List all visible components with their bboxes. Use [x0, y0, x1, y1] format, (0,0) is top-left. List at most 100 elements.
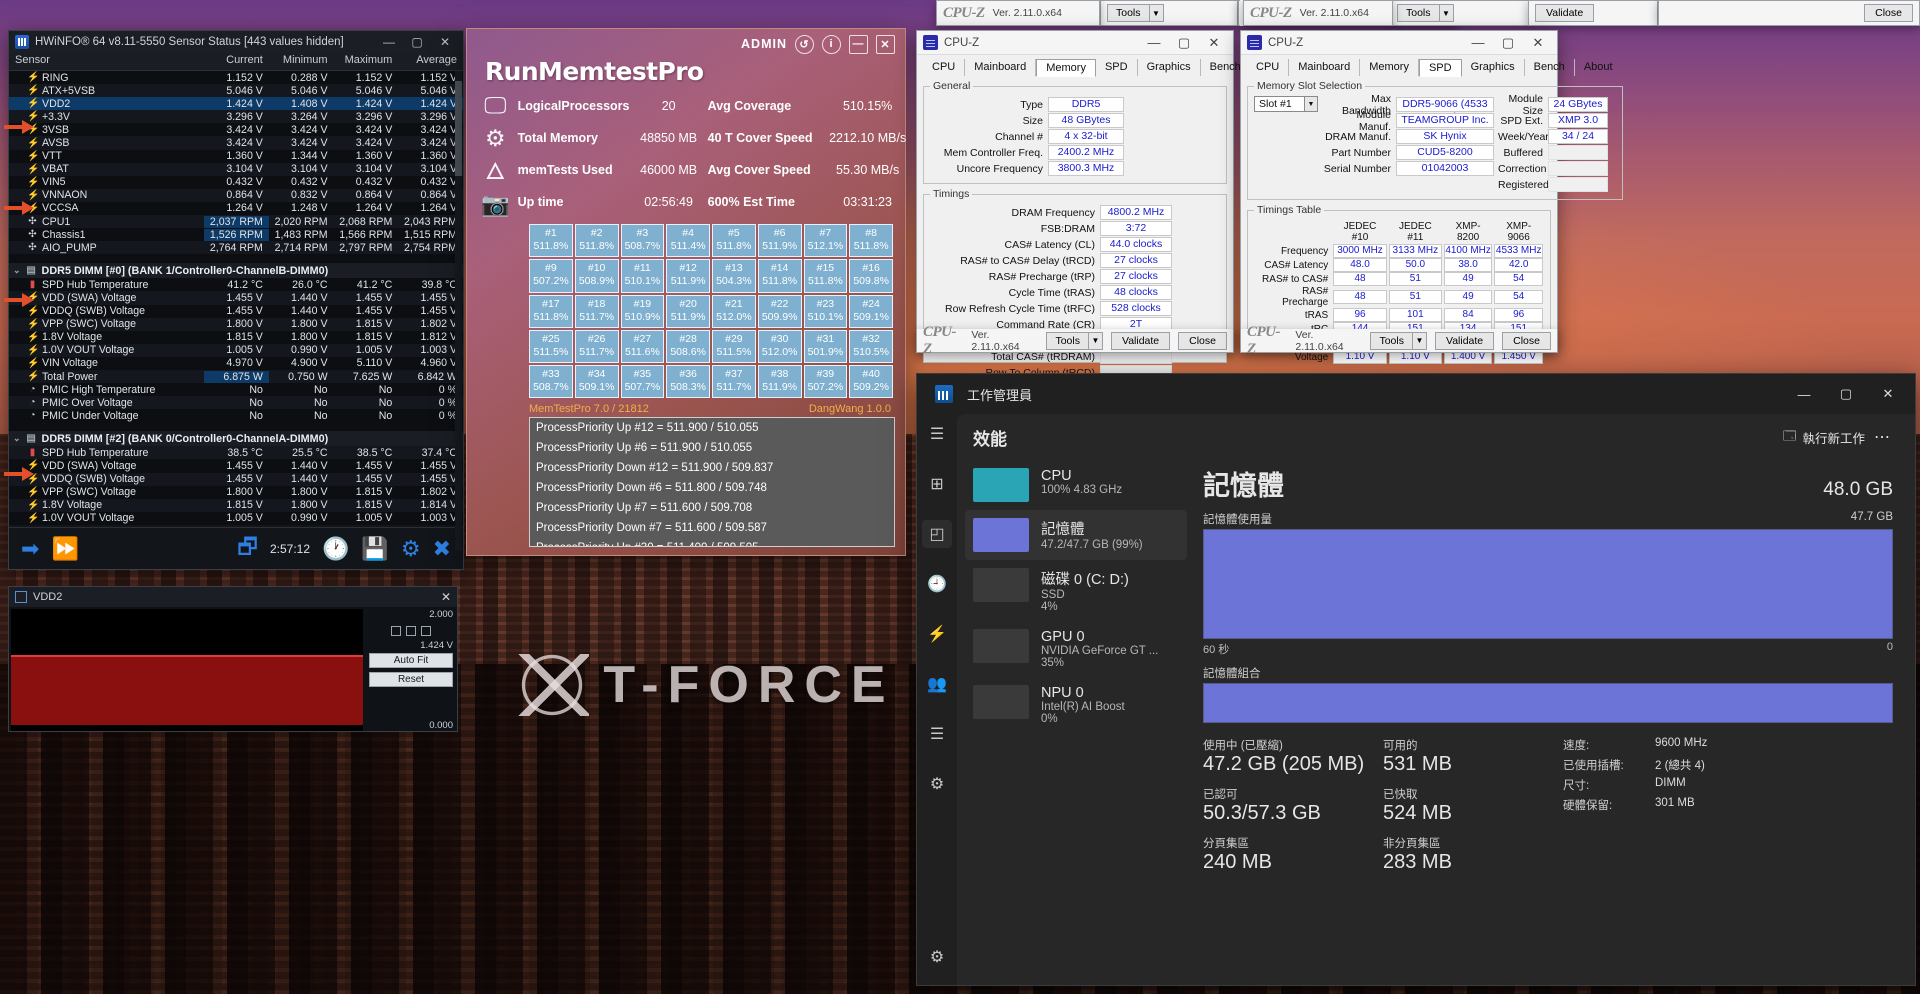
slot-select[interactable]: Slot #1 ▼ — [1254, 96, 1318, 112]
tm-resource-item[interactable]: 磁碟 0 (C: D:) SSD 4% — [965, 560, 1187, 621]
rmt-thread-cell[interactable]: #3 508.7% — [620, 224, 665, 258]
tab-mainboard[interactable]: Mainboard — [965, 59, 1037, 76]
hwinfo-sensor-row[interactable]: ✣ AIO_PUMP 2,764 RPM 2,714 RPM 2,797 RPM 2,75… — [9, 241, 463, 255]
hwinfo-sensor-row[interactable]: ⚡ VNNAON 0.864 V 0.832 V 0.864 V 0.864 V — [9, 188, 463, 202]
rmt-thread-cell[interactable]: #19 510.9% — [620, 294, 665, 328]
rmt-titlebar[interactable]: ADMIN ↺ i — ✕ — [467, 29, 905, 55]
rmt-thread-cell[interactable]: #5 511.8% — [712, 224, 756, 258]
hwinfo-sensor-row[interactable]: ⚡ 1.8V Voltage 1.815 V 1.800 V 1.815 V 1.814 … — [9, 498, 463, 512]
hwinfo-sensor-row[interactable]: ⚡ VIN Voltage 4.970 V 4.900 V 5.110 V 4.960 V — [9, 356, 463, 370]
users-icon[interactable]: 👥 — [922, 670, 952, 698]
hwinfo-sensor-row[interactable]: ⚡ VCCSA 1.264 V 1.248 V 1.264 V 1.264 V — [9, 201, 463, 216]
cpuz-strip-right-b[interactable]: Validate — [1528, 0, 1658, 26]
hwinfo-sensor-row[interactable]: ⚡ 1.8V Voltage 1.815 V 1.800 V 1.815 V 1.812 … — [9, 330, 463, 344]
save-icon[interactable]: 💾 — [361, 536, 388, 562]
hwinfo-sensor-row[interactable]: ⚡ Total Power 6.875 W 0.750 W 7.625 W 6.842 W — [9, 369, 463, 384]
cpuz-spd-titlebar[interactable]: CPU-Z — ▢ ✕ — [1241, 31, 1557, 55]
tools-dropdown-right[interactable]: Tools ▼ — [1397, 4, 1454, 22]
rmt-thread-cell[interactable]: #12 511.9% — [666, 259, 710, 293]
monitor-icon[interactable]: 🖵 — [484, 94, 506, 117]
info-icon[interactable]: i — [822, 34, 841, 54]
rmt-log-area[interactable]: ProcessPriority Up #12 = 511.900 / 510.0… — [529, 417, 895, 547]
rmt-thread-cell[interactable]: #25 511.5% — [529, 329, 573, 363]
hwinfo-sensor-row[interactable]: ⚡ 1.0V VOUT Voltage 1.005 V 0.990 V 1.005 V 1… — [9, 343, 463, 357]
hwinfo-sensor-row[interactable]: ⚡ VPP (SWC) Voltage 1.800 V 1.800 V 1.815 V 1… — [9, 317, 463, 331]
hwinfo-sensor-row[interactable]: ◔ PMIC Over Voltage No No No 0 % — [9, 396, 463, 410]
tm-resource-item[interactable]: NPU 0 Intel(R) AI Boost 0% — [965, 677, 1187, 733]
cpuz-memory-titlebar[interactable]: CPU-Z — ▢ ✕ — [917, 31, 1233, 55]
tab-mainboard[interactable]: Mainboard — [1289, 59, 1361, 76]
rmt-thread-grid[interactable]: #1 511.8% #2 511.8% #3 508.7% #4 511.4% #5 511.8%… — [529, 224, 893, 399]
validate-button[interactable]: Validate — [1434, 331, 1495, 350]
rmt-thread-cell[interactable]: #37 511.7% — [712, 365, 756, 399]
rmt-thread-cell[interactable]: #15 511.8% — [803, 259, 848, 293]
tab-graphics[interactable]: Graphics — [1462, 59, 1525, 76]
validate-button-right[interactable]: Validate — [1535, 4, 1595, 22]
rmt-thread-cell[interactable]: #16 509.8% — [849, 259, 893, 293]
processes-icon[interactable]: ⊞ — [922, 470, 952, 498]
hwinfo-sensor-row[interactable]: ⚡ VTT 1.360 V 1.344 V 1.360 V 1.360 V — [9, 149, 463, 163]
rmt-thread-cell[interactable]: #34 509.1% — [574, 365, 619, 399]
rmt-thread-cell[interactable]: #24 509.1% — [849, 294, 893, 328]
hwinfo-sensor-row[interactable]: ⚡ VDDQ (SWB) Voltage 1.455 V 1.440 V 1.455 V… — [9, 304, 463, 318]
rmt-thread-cell[interactable]: #38 511.9% — [757, 365, 802, 399]
rmt-thread-cell[interactable]: #35 507.7% — [620, 365, 665, 399]
vdd2-side-panel[interactable]: 2.000 1.424 V Auto Fit Reset 0.000 — [365, 607, 457, 733]
close-icon[interactable]: ✕ — [1867, 386, 1909, 402]
task-manager-window[interactable]: 工作管理員 — ▢ ✕ ☰ ⊞ ◰ 🕘 ⚡ 👥 ☰ ⚙ ⚙ 效能 🗔 執行新工作… — [916, 373, 1916, 986]
hwinfo-group-header[interactable]: ⌄ ▤ DDR5 DIMM [#0] (BANK 1/Controller0-Cha… — [9, 263, 463, 279]
tab-memory[interactable]: Memory — [1360, 59, 1419, 76]
rmt-thread-cell[interactable]: #18 511.7% — [574, 294, 619, 328]
hwinfo-scrollbar-thumb[interactable] — [455, 81, 462, 176]
rmt-thread-cell[interactable]: #8 511.8% — [849, 224, 893, 258]
rmt-thread-cell[interactable]: #23 510.1% — [803, 294, 848, 328]
minimize-icon[interactable]: — — [1139, 35, 1169, 50]
performance-icon[interactable]: ◰ — [922, 520, 952, 548]
col-minimum[interactable]: Minimum — [269, 53, 334, 70]
tm-nav-rail[interactable]: ☰ ⊞ ◰ 🕘 ⚡ 👥 ☰ ⚙ ⚙ — [917, 414, 957, 985]
tm-titlebar[interactable]: 工作管理員 — ▢ ✕ — [917, 374, 1915, 414]
rmt-thread-cell[interactable]: #27 511.6% — [620, 329, 665, 363]
chevron-down-icon[interactable]: ⌄ — [13, 433, 21, 444]
vdd2-mode-toggles[interactable] — [369, 626, 453, 636]
close-icon[interactable]: ✕ — [1199, 35, 1229, 51]
hamburger-icon[interactable]: ☰ — [922, 420, 952, 448]
chevron-down-icon[interactable]: ▼ — [1304, 97, 1317, 111]
rmt-thread-cell[interactable]: #30 512.0% — [757, 329, 802, 363]
hwinfo-sensor-row[interactable]: ⚡ VPP (SWC) Voltage 1.800 V 1.800 V 1.815 V 1… — [9, 485, 463, 499]
chevron-down-icon[interactable]: ▼ — [1087, 332, 1102, 349]
rmt-thread-cell[interactable]: #28 508.6% — [666, 329, 710, 363]
col-sensor[interactable]: Sensor — [9, 53, 204, 70]
rmt-thread-cell[interactable]: #4 511.4% — [666, 224, 710, 258]
more-options-icon[interactable]: ⋯ — [1865, 427, 1899, 447]
rmt-thread-cell[interactable]: #22 509.9% — [757, 294, 802, 328]
runmemtestpro-window[interactable]: ADMIN ↺ i — ✕ RunMemtestPro 🖵 ⚙ 🜂 📷 Logi… — [466, 28, 906, 556]
hwinfo-sensor-row[interactable]: ⚡ VDD (SWA) Voltage 1.455 V 1.440 V 1.455 V 1… — [9, 459, 463, 473]
rmt-thread-cell[interactable]: #29 511.5% — [712, 329, 756, 363]
cpuz-spd-window[interactable]: CPU-Z — ▢ ✕ CPU Mainboard Memory SPD Graphic… — [1240, 30, 1623, 364]
minimize-icon[interactable]: — — [375, 35, 403, 49]
minimize-icon[interactable]: — — [1783, 387, 1825, 402]
cpuz-memory-footer[interactable]: CPU-Z Ver. 2.11.0.x64 Tools ▼ Validate Cl… — [916, 324, 1234, 357]
next-icon[interactable]: ➡ — [21, 536, 39, 562]
rmt-thread-cell[interactable]: #10 508.9% — [574, 259, 619, 293]
restore-icon[interactable]: ▢ — [1169, 35, 1199, 51]
hwinfo-sensor-row[interactable]: ⚡ VDD (SWA) Voltage 1.455 V 1.440 V 1.455 V 1… — [9, 291, 463, 305]
hwinfo-sensor-row[interactable]: ✣ Chassis1 1,526 RPM 1,483 RPM 1,566 RPM 1,51… — [9, 228, 463, 242]
hwinfo-sensor-row[interactable]: ⚡ +3.3V 3.296 V 3.264 V 3.296 V 3.296 V — [9, 110, 463, 124]
chevron-down-icon[interactable]: ▼ — [1438, 5, 1453, 21]
hwinfo-sensor-list[interactable]: ⚡ RING 1.152 V 0.288 V 1.152 V 1.152 V ⚡ ATX+5V… — [9, 71, 463, 527]
vdd2-graph-window[interactable]: VDD2 ✕ 2.000 1.424 V Auto Fit Reset 0.00… — [8, 586, 458, 732]
maximize-icon[interactable]: ▢ — [403, 35, 431, 49]
cpuz-spd-footer[interactable]: CPU-Z Ver. 2.11.0.x64 Tools ▼ Validate Cl… — [1240, 324, 1558, 357]
close-button[interactable]: Close — [1178, 331, 1227, 350]
cpuz-spd-tabs[interactable]: CPU Mainboard Memory SPD Graphics Bench About — [1241, 55, 1613, 77]
close-icon[interactable]: ✕ — [876, 34, 895, 54]
close-icon[interactable]: ✕ — [1523, 35, 1553, 51]
history-icon[interactable]: ↺ — [795, 34, 814, 54]
clock-icon[interactable]: 🕐 — [322, 536, 349, 562]
cpuz-strip-right-c[interactable]: Close — [1658, 0, 1920, 26]
rmt-thread-cell[interactable]: #7 512.1% — [803, 224, 848, 258]
maximize-icon[interactable]: ▢ — [1825, 386, 1867, 402]
rmt-thread-cell[interactable]: #21 512.0% — [712, 294, 756, 328]
